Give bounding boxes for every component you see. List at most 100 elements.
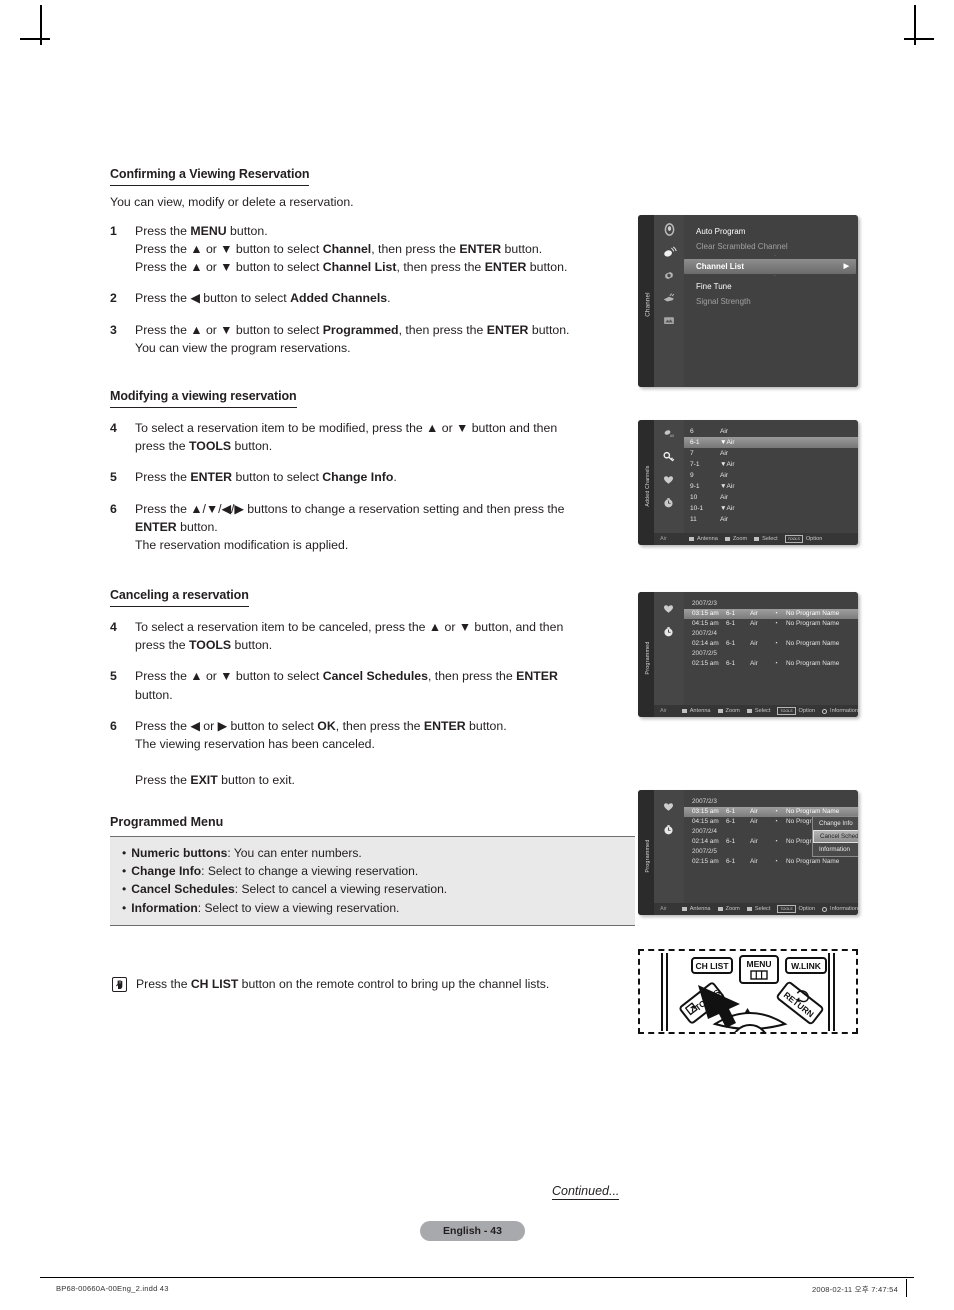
step-line: Press the MENU button. [135,223,268,238]
osd-status-bar: Air Antenna Zoom Select TOOLS Option [654,533,858,545]
status-key[interactable]: Antenna [689,536,718,542]
status-key[interactable]: Antenna [681,708,711,714]
programmed-date-row: 2007/2/4 [684,629,858,639]
status-key-tools[interactable]: TOOLS Option [777,905,815,913]
setup-gear-icon[interactable] [662,268,677,283]
antenna-all-icon[interactable]: All [662,427,677,442]
status-key[interactable]: Antenna [681,906,711,912]
entry-channel: 6-1 [726,818,736,825]
instruction-step: 3 Press the ▲ or ▼ button to select Progr… [110,321,635,357]
status-key-tools[interactable]: TOOLS Option [777,707,815,715]
channel-number: 7-1 [690,461,700,468]
key-icon[interactable] [662,450,677,465]
programmed-entry-row[interactable]: 02:15 am 6-1 Air ◔ No Program Name [684,659,858,669]
programmed-rows[interactable]: 2007/2/3 03:15 am 6-1 Air ◔ No Program Name 04… [684,592,858,669]
channel-row[interactable]: 10 Air [684,492,858,503]
entry-time: 02:15 am [692,858,719,865]
entry-channel: 6-1 [726,610,736,617]
input-plug-icon[interactable] [662,291,677,306]
heart-icon[interactable] [662,473,677,488]
step-line: Press the EXIT button to exit. [135,773,295,788]
status-key[interactable]: Zoom [717,906,740,912]
channel-row[interactable]: 9 Air [684,470,858,481]
footer-crop-bar [906,1279,907,1297]
status-key-information[interactable]: Information [822,708,858,714]
heart-icon[interactable] [662,800,677,815]
clock-icon[interactable] [662,625,677,640]
step-line: The reservation modification is applied. [135,537,349,552]
entry-channel: 6-1 [726,640,736,647]
step-line: press the TOOLS button. [135,439,273,454]
step-number: 4 [110,420,117,435]
section-canceling-reservation: Canceling a reservation 4 To select a res… [110,586,635,790]
channel-row[interactable]: 6-1 ▼Air [684,437,858,448]
channel-rows[interactable]: 6 Air 6-1 ▼Air 7 Air 7-1 ▼Air 9 Air 9-1 ▼Air 10 Air 10… [684,420,858,525]
page-number-badge: English - 43 [420,1221,525,1241]
clock-icon[interactable] [662,823,677,838]
osd-tab-label: Added Channels [645,464,651,507]
status-key[interactable]: Zoom [724,536,747,542]
tools-popup-menu[interactable]: Change InfoCancel SchedulesInformation [812,816,858,857]
status-key-tools[interactable]: TOOLS Option [784,535,822,543]
osd-channel-menu[interactable]: Channel Auto Program Clear Scrambled Chan… [638,215,858,387]
step-line: Press the ENTER button to select Change … [135,470,397,485]
step-line: Press the ▲ or ▼ button to select Cancel… [135,669,558,684]
programmed-date-row: 2007/2/3 [684,797,858,807]
programmed-entry-row[interactable]: 04:15 am 6-1 Air ◔ No Program Name [684,619,858,629]
channel-row[interactable]: 6 Air [684,426,858,437]
channel-source: Air [720,494,729,501]
channel-source: ▼Air [720,505,735,512]
channel-menu-items[interactable]: Auto Program Clear Scrambled Channel · Chan… [684,215,858,309]
picture-icon[interactable] [662,222,677,237]
programmed-entry-row[interactable]: 03:15 am 6-1 Air ◔ No Program Name [684,609,858,619]
clock-icon[interactable] [662,496,677,511]
remote-control-illustration: CH LIST MENU W.LINK TOOLS RETURN [638,949,858,1034]
channel-row[interactable]: 11 Air [684,514,858,525]
osd-icon-column [654,790,684,915]
step-body: Press the ▲ or ▼ button to select Cancel… [135,667,635,703]
menu-item-auto-program[interactable]: Auto Program [692,224,858,239]
crop-mark-top-left-horizontal [20,38,50,40]
section-heading: Modifying a viewing reservation [110,389,297,408]
menu-item-fine-tune[interactable]: Fine Tune [692,279,858,294]
channel-row[interactable]: 9-1 ▼Air [684,481,858,492]
programmed-entry-row[interactable]: 02:14 am 6-1 Air ◔ No Program Name [684,639,858,649]
status-key[interactable]: Select [754,536,778,542]
step-body: To select a reservation item to be cance… [135,618,635,654]
instruction-step: 2 Press the ◀ button to select Added Chan… [110,289,635,307]
status-key-information[interactable]: Information [822,906,858,912]
programmed-entry-row[interactable]: 02:15 am 6-1 Air ◔ No Program Name [684,857,858,867]
channel-row[interactable]: 7-1 ▼Air [684,459,858,470]
status-key[interactable]: Zoom [717,708,740,714]
menu-item-signal-strength[interactable]: Signal Strength [692,294,858,309]
status-key[interactable]: Select [746,708,770,714]
heart-icon[interactable] [662,602,677,617]
step-line: To select a reservation item to be modif… [135,420,558,435]
menu-item-clear-scrambled-channel[interactable]: Clear Scrambled Channel [692,239,858,254]
popup-item-cancel-schedules[interactable]: Cancel Schedules [813,830,858,843]
osd-status-bar: Air Antenna Zoom Select TOOLS Option Informati… [654,903,858,915]
programmed-date: 2007/2/5 [692,650,717,657]
entry-source: Air [750,808,758,815]
step-line: Press the ▲/▼/◀/▶ buttons to change a re… [135,501,565,516]
popup-item-change-info[interactable]: Change Info [813,817,858,830]
entry-program-name: No Program Name [786,858,840,865]
tools-key-icon: TOOLS [777,905,796,913]
pc-screen-icon[interactable] [662,314,677,329]
channel-source: Air [720,428,729,435]
sound-antenna-icon[interactable] [662,245,677,260]
programmed-menu-bullet: Numeric buttons: You can enter numbers. [122,844,623,862]
wlink-button-label: W.LINK [791,961,822,971]
channel-row[interactable]: 10-1 ▼Air [684,503,858,514]
menu-item-channel-list[interactable]: Channel List ▶ [684,259,856,274]
osd-menu-body: Auto Program Clear Scrambled Channel · Chan… [684,215,858,387]
step-body: Press the ◀ or ▶ button to select OK, th… [135,717,635,790]
osd-added-channels[interactable]: Added Channels All 6 Air 6-1 ▼Air 7 Air 7-1 ▼Ai… [638,420,858,545]
entry-program-name: No Program Name [786,620,840,627]
entry-source: Air [750,818,758,825]
osd-programmed-list[interactable]: Programmed 2007/2/3 03:15 am 6-1 Air ◔ No Pro… [638,592,858,717]
channel-row[interactable]: 7 Air [684,448,858,459]
popup-item-information[interactable]: Information [813,843,858,856]
osd-programmed-with-popup[interactable]: Programmed 2007/2/3 03:15 am 6-1 Air ◔ No Pro… [638,790,858,915]
status-key[interactable]: Select [746,906,770,912]
